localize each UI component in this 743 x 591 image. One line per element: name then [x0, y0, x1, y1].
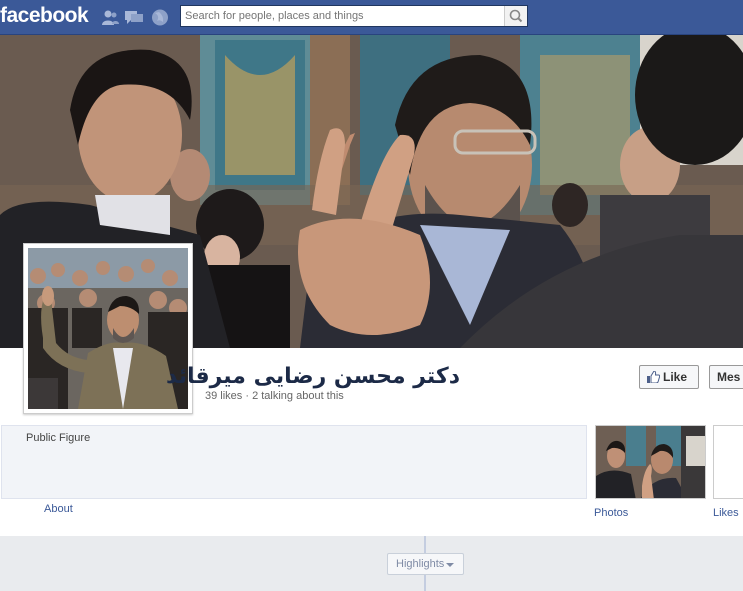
message-button-label: Mes: [717, 370, 741, 384]
likes-link[interactable]: Likes: [713, 507, 739, 519]
chevron-down-icon: [446, 563, 454, 567]
page-stats: 39 likes · 2 talking about this: [205, 390, 344, 402]
like-button[interactable]: Like: [639, 365, 699, 389]
like-button-label: Like: [663, 370, 688, 384]
notifications-icon[interactable]: [151, 9, 169, 26]
photos-thumbnail[interactable]: [595, 425, 706, 499]
search-box[interactable]: [180, 5, 528, 27]
thumbs-up-icon: [647, 371, 660, 383]
photos-link[interactable]: Photos: [594, 507, 628, 519]
friend-requests-icon[interactable]: [101, 9, 119, 26]
search-button[interactable]: [504, 6, 527, 26]
facebook-logo[interactable]: facebook: [0, 4, 89, 28]
highlights-label: Highlights: [396, 558, 445, 570]
about-link[interactable]: About: [44, 503, 73, 515]
highlights-dropdown[interactable]: Highlights: [387, 553, 464, 575]
profile-photo-image: [28, 248, 188, 409]
likes-thumbnail[interactable]: [713, 425, 743, 499]
photos-thumbnail-image: [596, 426, 705, 498]
page-category: Public Figure: [26, 432, 91, 444]
top-navigation-bar: facebook: [0, 0, 743, 35]
messages-icon[interactable]: [125, 9, 143, 26]
search-icon: [509, 9, 523, 23]
search-input[interactable]: [185, 8, 503, 24]
page-title[interactable]: دکتر محسن رضایی میرقائد: [166, 364, 460, 389]
message-button[interactable]: Mes: [709, 365, 743, 389]
